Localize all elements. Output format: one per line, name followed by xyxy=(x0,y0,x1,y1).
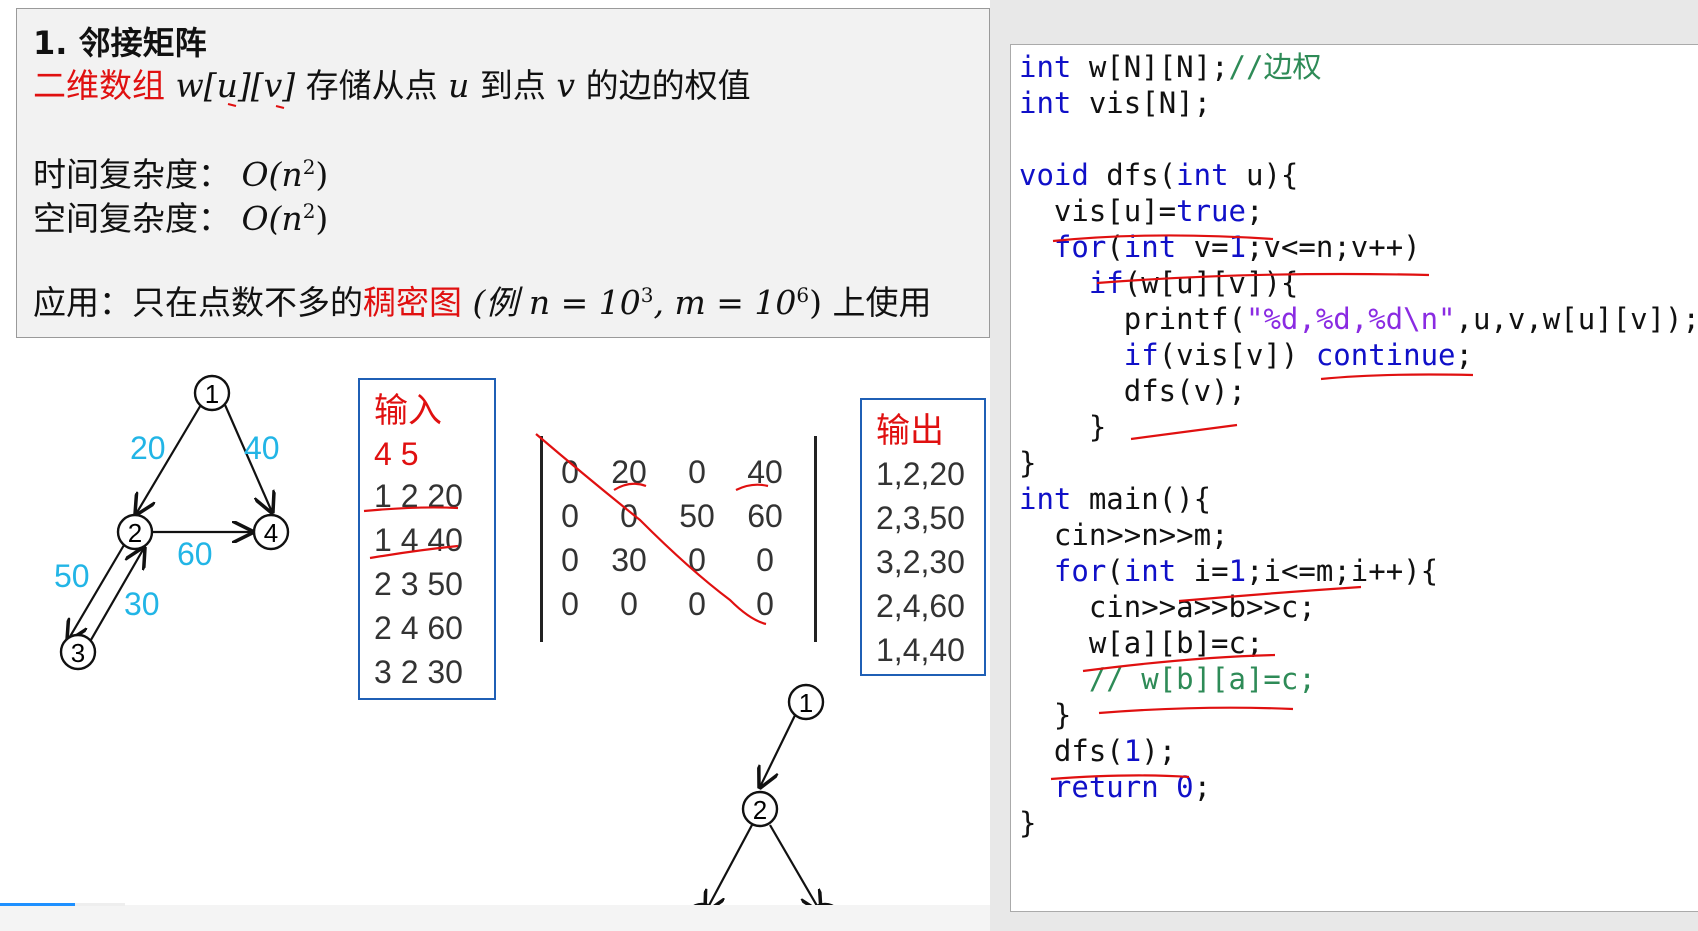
definition-underline-marks xyxy=(227,103,285,109)
edge-label-2-4: 60 xyxy=(177,536,213,572)
graph2-node-2-label: 2 xyxy=(753,795,767,825)
output-line: 2,4,60 xyxy=(876,588,965,624)
edge-label-1-2: 20 xyxy=(130,430,166,466)
output-line: 1,4,40 xyxy=(876,632,965,668)
output-line: 3,2,30 xyxy=(876,544,965,580)
graph1-node-1-label: 1 xyxy=(205,379,219,409)
graph1-node-3-label: 3 xyxy=(71,638,85,668)
edge-label-3-2: 30 xyxy=(124,586,160,622)
graph1-node-3: 3 xyxy=(59,633,97,671)
graph1-node-2: 2 xyxy=(116,513,154,551)
graph1-node-2-label: 2 xyxy=(128,518,142,548)
graph-1: 1 2 3 4 xyxy=(59,374,290,671)
edge-2-3 xyxy=(706,824,753,911)
edge-label-1-4: 40 xyxy=(244,430,280,466)
graph1-node-1: 1 xyxy=(193,374,231,412)
graph1-node-4-label: 4 xyxy=(264,518,278,548)
edge-label-2-3: 50 xyxy=(54,558,90,594)
output-line: 1,2,20 xyxy=(876,456,965,492)
input-red-marks xyxy=(363,506,459,560)
video-progress-bar[interactable] xyxy=(0,903,75,906)
code-panel: int w[N][N];//边权 int vis[N]; void dfs(in… xyxy=(1010,44,1698,912)
video-progress-track[interactable] xyxy=(75,903,125,906)
matrix-red-marks xyxy=(535,433,769,626)
edge-1-2 xyxy=(760,704,801,787)
input-line: 3 2 30 xyxy=(374,654,463,690)
graph2-node-1: 1 xyxy=(787,683,825,721)
graph2-node-2: 2 xyxy=(741,790,779,828)
graph2-node-1-label: 1 xyxy=(799,688,813,718)
graph-2: 1 2 3 4 xyxy=(683,683,844,931)
edge-2-4 xyxy=(769,824,820,911)
output-box: 输出 1,2,20 2,3,50 3,2,30 2,4,60 1,4,40 xyxy=(860,398,986,676)
output-line: 2,3,50 xyxy=(876,500,965,536)
bottom-strip xyxy=(0,905,990,931)
graph1-node-4: 4 xyxy=(252,513,290,551)
input-line: 2 4 60 xyxy=(374,610,463,646)
code-red-underlines xyxy=(1050,234,1474,781)
output-title: 输出 xyxy=(876,412,944,450)
